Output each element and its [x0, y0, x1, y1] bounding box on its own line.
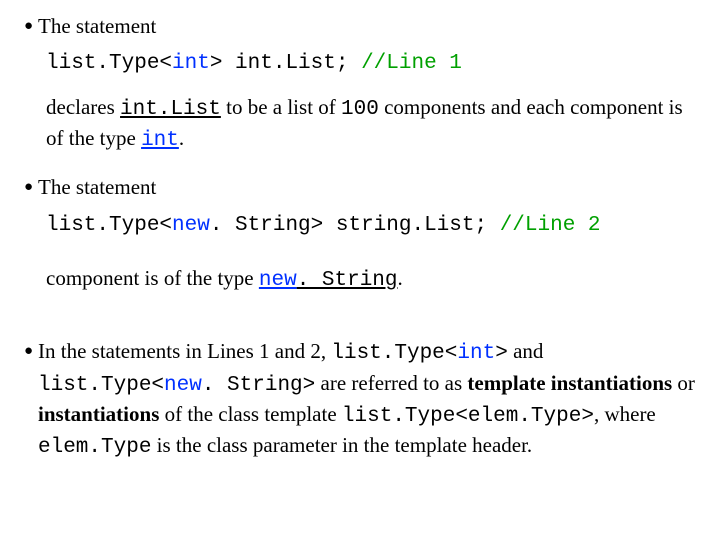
- term-instantiations: instantiations: [38, 402, 159, 426]
- t: .: [179, 126, 184, 150]
- bullet-body: In the statements in Lines 1 and 2, list…: [38, 337, 696, 462]
- spacer: [24, 254, 696, 264]
- bullet-dot: ●: [24, 337, 38, 365]
- bullet-item-2: ● The statement: [24, 173, 696, 201]
- code-new-u: new: [259, 269, 297, 292]
- code-intlist: int.List: [120, 98, 221, 121]
- code-pre: list.Type<: [46, 52, 172, 75]
- t: of the class template: [159, 402, 342, 426]
- code-gt: >: [495, 342, 508, 365]
- declaration-para-2: component is of the type new. String.: [46, 264, 696, 295]
- document-page: ● The statement list.Type<int> int.List;…: [0, 0, 720, 463]
- code-pre: list.Type<: [46, 214, 172, 237]
- bullet-body: The statement: [38, 12, 696, 40]
- t: to be a list of: [221, 95, 341, 119]
- code-keyword-int: int: [172, 52, 210, 75]
- t: .: [398, 266, 403, 290]
- code-int-kw: int: [457, 342, 495, 365]
- bullet-dot: ●: [24, 173, 38, 201]
- bullet-dot: ●: [24, 12, 38, 40]
- code-listtype-elem: list.Type<elem.Type>: [342, 405, 594, 428]
- code-post: > int.List;: [210, 52, 361, 75]
- code-listtype: list.Type<: [331, 342, 457, 365]
- code-comment-1: //Line 1: [361, 52, 462, 75]
- spacer: [24, 313, 696, 335]
- code-new-kw: new: [164, 374, 202, 397]
- lead-text-1: The statement: [38, 14, 156, 38]
- t: is the class parameter in the template h…: [151, 433, 532, 457]
- term-template-instantiations: template instantiations: [467, 371, 672, 395]
- lead-text-2: The statement: [38, 175, 156, 199]
- declaration-para-1: declares int.List to be a list of 100 co…: [46, 93, 696, 156]
- bullet-item-1: ● The statement: [24, 12, 696, 40]
- code-elemtype: elem.Type: [38, 436, 151, 459]
- code-keyword-new: new: [172, 214, 210, 237]
- code-string-u: . String: [297, 269, 398, 292]
- code-line-1: list.Type<int> int.List; //Line 1: [46, 50, 696, 78]
- t: declares: [46, 95, 120, 119]
- code-int-u: int: [141, 129, 179, 152]
- code-mid: . String> string.List;: [210, 214, 500, 237]
- code-100: 100: [341, 98, 379, 121]
- bullet-item-3: ● In the statements in Lines 1 and 2, li…: [24, 337, 696, 462]
- code-line-2: list.Type<new. String> string.List; //Li…: [46, 212, 696, 240]
- code-string-gt: . String>: [202, 374, 315, 397]
- t: In the statements in Lines 1 and 2,: [38, 339, 331, 363]
- code-listtype2: list.Type<: [38, 374, 164, 397]
- bullet-body: The statement: [38, 173, 696, 201]
- t: , where: [594, 402, 656, 426]
- t: component is of the type: [46, 266, 259, 290]
- code-comment-2: //Line 2: [500, 214, 601, 237]
- t: are referred to as: [315, 371, 467, 395]
- t: and: [508, 339, 544, 363]
- t: or: [672, 371, 695, 395]
